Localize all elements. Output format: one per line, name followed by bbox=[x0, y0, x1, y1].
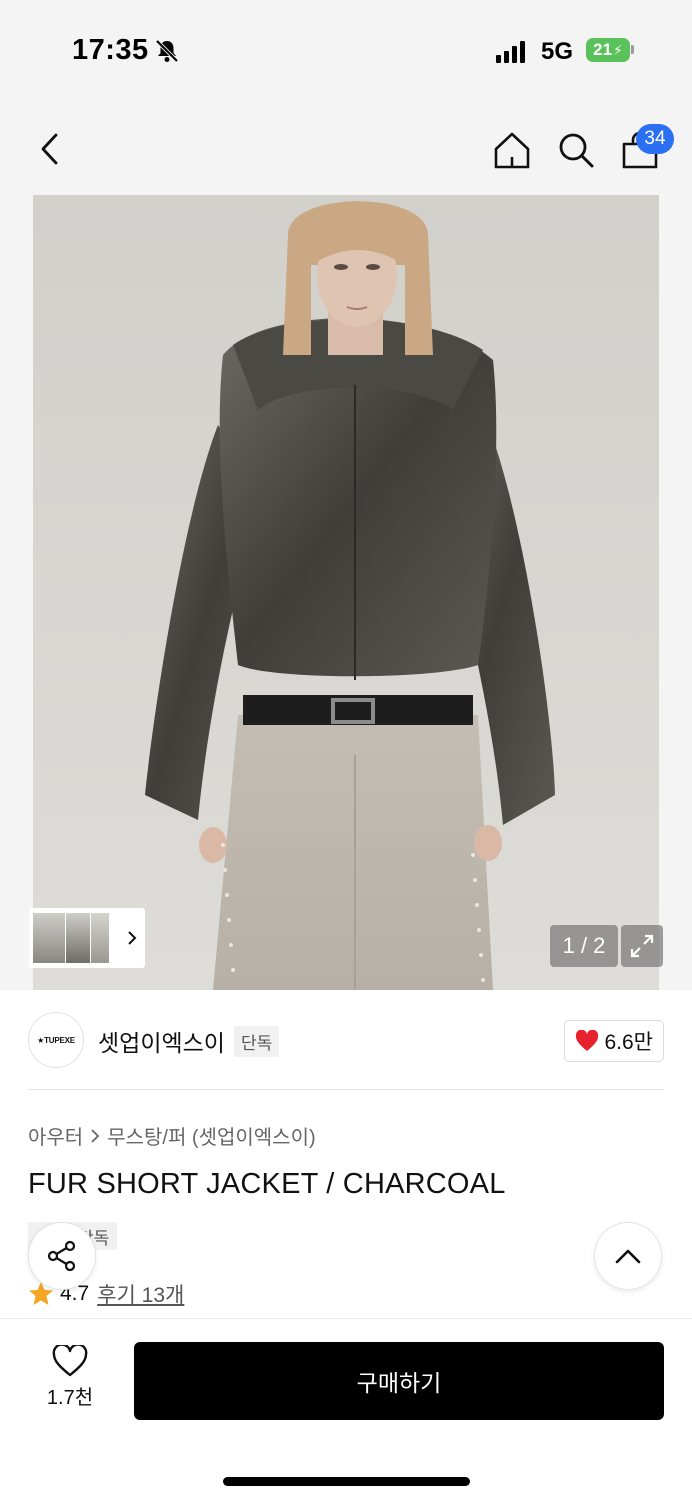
chevron-right-icon bbox=[91, 1128, 100, 1143]
heart-outline-icon bbox=[52, 1345, 88, 1377]
scroll-to-top-button[interactable] bbox=[594, 1222, 662, 1290]
breadcrumb-item[interactable]: 무스탕/퍼 (셋업이엑스이) bbox=[107, 1121, 315, 1150]
brand-exclusive-tag: 단독 bbox=[234, 1026, 280, 1057]
expand-button[interactable] bbox=[621, 925, 663, 967]
home-icon[interactable] bbox=[492, 130, 532, 170]
signal-icon bbox=[496, 41, 525, 63]
brand-logo[interactable]: ★TUPEXE bbox=[28, 1012, 84, 1068]
expand-icon bbox=[630, 934, 654, 958]
heart-filled-icon bbox=[576, 1030, 599, 1051]
status-bar: 17:35 5G 21 ⚡ bbox=[0, 0, 692, 100]
product-gallery[interactable]: 1 / 2 bbox=[0, 195, 692, 990]
thumbnail-3[interactable] bbox=[91, 913, 109, 963]
nav-bar bbox=[0, 100, 692, 195]
thumbnail-2[interactable] bbox=[66, 913, 90, 963]
share-button[interactable] bbox=[28, 1222, 96, 1290]
chevron-right-icon[interactable] bbox=[127, 930, 137, 946]
battery-level: 21 bbox=[593, 40, 613, 59]
buy-button[interactable]: 구매하기 bbox=[134, 1342, 664, 1420]
status-time: 17:35 bbox=[72, 34, 149, 66]
brand-row: ★TUPEXE 셋업이엑스이 단독 6.6만 bbox=[28, 1012, 664, 1072]
wishlist-count: 1.7천 bbox=[46, 1387, 94, 1409]
model-fur-jacket-image bbox=[33, 195, 659, 990]
search-icon[interactable] bbox=[556, 130, 596, 170]
home-indicator bbox=[223, 1477, 470, 1486]
product-title: FUR SHORT JACKET / CHARCOAL bbox=[28, 1168, 506, 1200]
battery-cap bbox=[631, 45, 634, 54]
thumbnail-strip[interactable] bbox=[29, 908, 145, 968]
back-icon[interactable] bbox=[38, 132, 62, 166]
network-label: 5G bbox=[541, 38, 574, 65]
thumbnail-1[interactable] bbox=[33, 913, 65, 963]
cart-count-badge: 34 bbox=[636, 124, 674, 154]
review-count-link[interactable]: 후기 13개 bbox=[97, 1279, 184, 1309]
chevron-up-icon bbox=[615, 1249, 641, 1264]
breadcrumb-item[interactable]: 아우터 bbox=[28, 1121, 83, 1150]
breadcrumb: 아우터 무스탕/퍼 (셋업이엑스이) bbox=[28, 1121, 316, 1150]
divider bbox=[28, 1089, 664, 1090]
battery-icon: 21 ⚡ bbox=[586, 38, 630, 62]
brand-logo-text: ★TUPEXE bbox=[37, 1035, 75, 1045]
product-photo[interactable] bbox=[33, 195, 659, 990]
wishlist-button[interactable]: 1.7천 bbox=[30, 1345, 110, 1410]
bell-muted-icon bbox=[155, 39, 179, 63]
brand-like-count: 6.6만 bbox=[604, 1031, 653, 1054]
image-page-counter: 1 / 2 bbox=[550, 925, 618, 967]
bottom-action-bar: 1.7천 구매하기 bbox=[0, 1318, 692, 1500]
brand-name[interactable]: 셋업이엑스이 bbox=[98, 1024, 225, 1058]
brand-like-button[interactable]: 6.6만 bbox=[564, 1020, 664, 1062]
share-icon bbox=[47, 1240, 76, 1272]
